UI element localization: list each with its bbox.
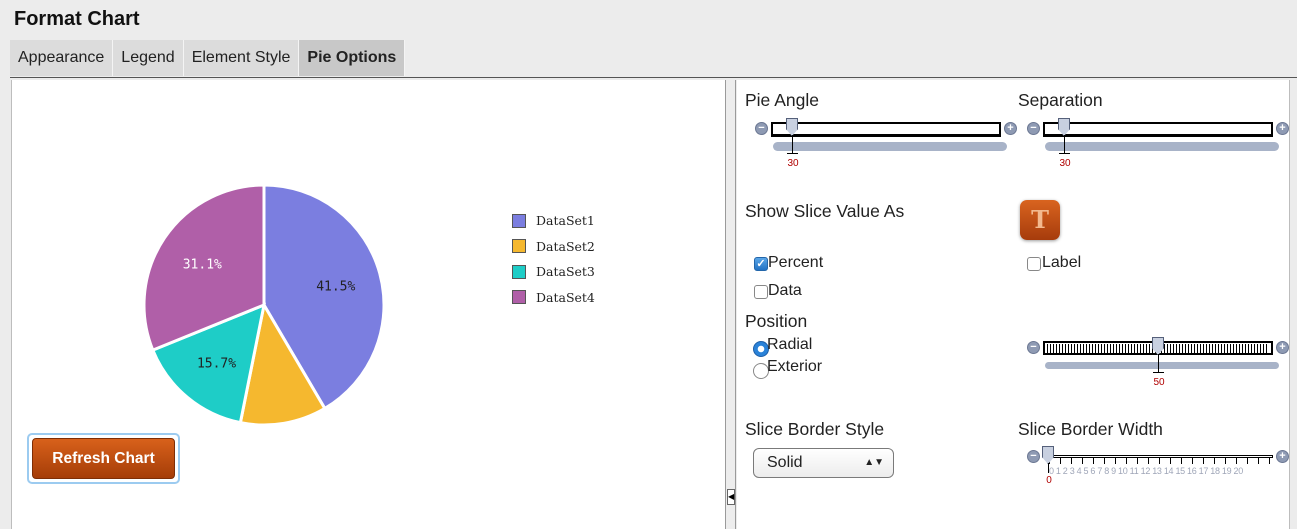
collapse-arrow-icon[interactable]: ◀ <box>727 489 735 505</box>
position-offset-slider[interactable]: − + 50 <box>1027 337 1289 395</box>
legend-item: DataSet1 <box>512 208 595 234</box>
tab-element-style[interactable]: Element Style <box>183 40 300 76</box>
updown-arrow-icon: ▲▼ <box>864 457 884 468</box>
pie-angle-slider[interactable]: − + 30 <box>755 118 1017 176</box>
legend-swatch <box>512 239 526 254</box>
pie-angle-label: Pie Angle <box>745 90 819 110</box>
legend-label: DataSet1 <box>536 213 595 229</box>
plus-icon[interactable]: + <box>1276 450 1289 463</box>
legend-label: DataSet4 <box>536 289 595 305</box>
legend-label: DataSet3 <box>536 264 595 280</box>
slider-track-edge <box>1043 134 1273 137</box>
position-label: Position <box>745 311 808 331</box>
pie-slice-label: 15.7% <box>197 356 236 371</box>
chart-legend: DataSet1 DataSet2 DataSet3 DataSet4 <box>512 208 595 310</box>
slider-indicator <box>1048 463 1049 473</box>
pie-angle-value: 30 <box>787 158 799 169</box>
text-style-icon[interactable]: T <box>1020 200 1060 240</box>
label-checkbox[interactable] <box>1027 257 1041 271</box>
plus-icon[interactable]: + <box>1276 122 1289 135</box>
chart-preview-panel: 41.5%11.6%15.7%31.1% DataSet1 DataSet2 D… <box>11 80 725 529</box>
tab-bar: Appearance Legend Element Style Pie Opti… <box>10 40 406 76</box>
show-slice-value-label: Show Slice Value As <box>745 201 905 221</box>
separation-slider[interactable]: − + 30 <box>1027 118 1289 176</box>
position-offset-value: 50 <box>1153 377 1165 388</box>
minus-icon[interactable]: − <box>1027 450 1040 463</box>
legend-swatch <box>512 290 526 305</box>
slider-indicator-base <box>1153 372 1164 373</box>
slider-indicator-base <box>1059 153 1070 154</box>
slider-shadow <box>773 142 1007 151</box>
slider-indicator-base <box>787 153 798 154</box>
minus-icon[interactable]: − <box>1027 122 1040 135</box>
slider-ruler <box>1049 457 1271 464</box>
data-checkbox[interactable] <box>754 285 768 299</box>
slider-shadow <box>1045 362 1279 369</box>
exterior-label[interactable]: Exterior <box>767 358 822 376</box>
minus-icon[interactable]: − <box>1027 341 1040 354</box>
tab-pie-options[interactable]: Pie Options <box>299 40 406 76</box>
radial-label[interactable]: Radial <box>767 336 812 354</box>
plus-icon[interactable]: + <box>1004 122 1017 135</box>
tab-appearance[interactable]: Appearance <box>10 40 114 76</box>
pie-options-panel: Pie Angle − + 30 Separation − + 30 Show … <box>737 80 1290 529</box>
separation-label: Separation <box>1018 90 1103 110</box>
legend-item: DataSet4 <box>512 285 595 311</box>
window-title: Format Chart <box>14 8 140 30</box>
slice-border-width-slider[interactable]: − + 0 1 2 3 4 5 6 7 8 9 10 11 12 13 14 1… <box>1027 446 1289 504</box>
legend-label: DataSet2 <box>536 238 595 254</box>
pie-slice-label: 41.5% <box>316 279 355 294</box>
tab-divider <box>10 77 1297 78</box>
percent-label[interactable]: Percent <box>768 254 823 272</box>
data-label[interactable]: Data <box>768 282 802 300</box>
slice-border-width-value: 0 <box>1046 475 1052 486</box>
slider-indicator <box>792 135 793 154</box>
panel-splitter[interactable]: ◀ <box>725 80 736 529</box>
refresh-chart-button[interactable]: Refresh Chart <box>32 438 175 479</box>
refresh-focus-ring: Refresh Chart <box>27 433 180 484</box>
label-option-label[interactable]: Label <box>1042 254 1081 272</box>
slider-shadow <box>1045 142 1279 151</box>
separation-value: 30 <box>1059 158 1071 169</box>
legend-swatch <box>512 264 526 279</box>
legend-item: DataSet2 <box>512 234 595 260</box>
slice-border-style-label: Slice Border Style <box>745 419 885 439</box>
legend-item: DataSet3 <box>512 259 595 285</box>
slider-tick-labels: 0 1 2 3 4 5 6 7 8 9 10 11 12 13 14 15 16… <box>1049 466 1243 476</box>
plus-icon[interactable]: + <box>1276 341 1289 354</box>
pie-chart: 41.5%11.6%15.7%31.1% <box>142 183 386 425</box>
tab-legend[interactable]: Legend <box>113 40 184 76</box>
slice-border-width-label: Slice Border Width <box>1018 419 1163 439</box>
select-value: Solid <box>767 454 803 471</box>
slider-indicator <box>1158 354 1159 373</box>
legend-swatch <box>512 213 526 228</box>
minus-icon[interactable]: − <box>755 122 768 135</box>
slider-track-edge <box>771 134 1001 137</box>
pie-slice-label: 31.1% <box>183 257 222 272</box>
percent-checkbox[interactable]: ✓ <box>754 257 768 271</box>
slider-indicator <box>1064 135 1065 154</box>
slice-border-style-select[interactable]: Solid ▲▼ <box>753 448 894 478</box>
